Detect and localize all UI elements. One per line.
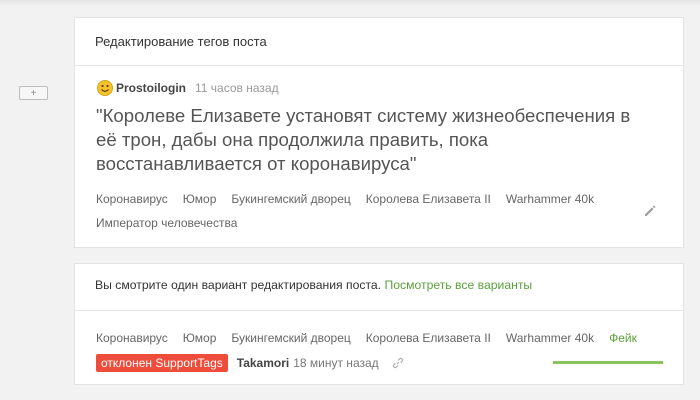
tag[interactable]: Император человечества — [96, 216, 237, 230]
tag[interactable]: Коронавирус — [96, 192, 168, 206]
top-shadow — [0, 0, 700, 6]
post-time: 11 часов назад — [195, 81, 279, 95]
editor-link[interactable]: Takamori — [237, 356, 289, 370]
post-card: Редактирование тегов поста Prostoilogin … — [74, 17, 684, 248]
edit-time: 18 минут назад — [293, 356, 379, 370]
tag[interactable]: Юмор — [183, 331, 217, 345]
variant-notice: Вы смотрите один вариант редактирования … — [95, 278, 532, 292]
vote-progress-bar — [553, 361, 663, 364]
tag[interactable]: Коронавирус — [96, 331, 168, 345]
variant-text: Вы смотрите один вариант редактирования … — [95, 278, 382, 292]
post-title[interactable]: "Королеве Елизавете установят систему жи… — [96, 104, 656, 176]
tag[interactable]: Warhammer 40k — [506, 331, 594, 345]
variant-card: Вы смотрите один вариант редактирования … — [74, 263, 684, 385]
tag[interactable]: Warhammer 40k — [506, 192, 594, 206]
smiley-avatar-icon[interactable] — [97, 80, 113, 96]
added-tag[interactable]: Фейк — [609, 331, 637, 345]
post-tags: Коронавирус Юмор Букингемский дворец Кор… — [96, 192, 609, 206]
post-tags-row2: Император человечества — [96, 216, 252, 230]
variant-status: отклонен SupportTags Takamori 18 минут н… — [96, 354, 404, 372]
page-title: Редактирование тегов поста — [75, 18, 683, 66]
tag[interactable]: Королева Елизавета II — [366, 331, 491, 345]
link-icon[interactable] — [392, 357, 404, 369]
vote-progress-fill — [553, 361, 663, 364]
tag[interactable]: Букингемский дворец — [231, 192, 350, 206]
variant-tags: Коронавирус Юмор Букингемский дворец Кор… — [96, 331, 652, 345]
tag[interactable]: Королева Елизавета II — [366, 192, 491, 206]
view-all-variants-link[interactable]: Посмотреть все варианты — [384, 278, 532, 292]
status-badge: отклонен SupportTags — [96, 354, 228, 372]
expand-button[interactable]: + — [19, 86, 48, 100]
divider — [75, 310, 683, 311]
tag[interactable]: Букингемский дворец — [231, 331, 350, 345]
tag[interactable]: Юмор — [183, 192, 217, 206]
post-meta: Prostoilogin 11 часов назад — [97, 80, 279, 96]
author-link[interactable]: Prostoilogin — [116, 81, 186, 95]
pencil-icon[interactable] — [643, 204, 657, 218]
